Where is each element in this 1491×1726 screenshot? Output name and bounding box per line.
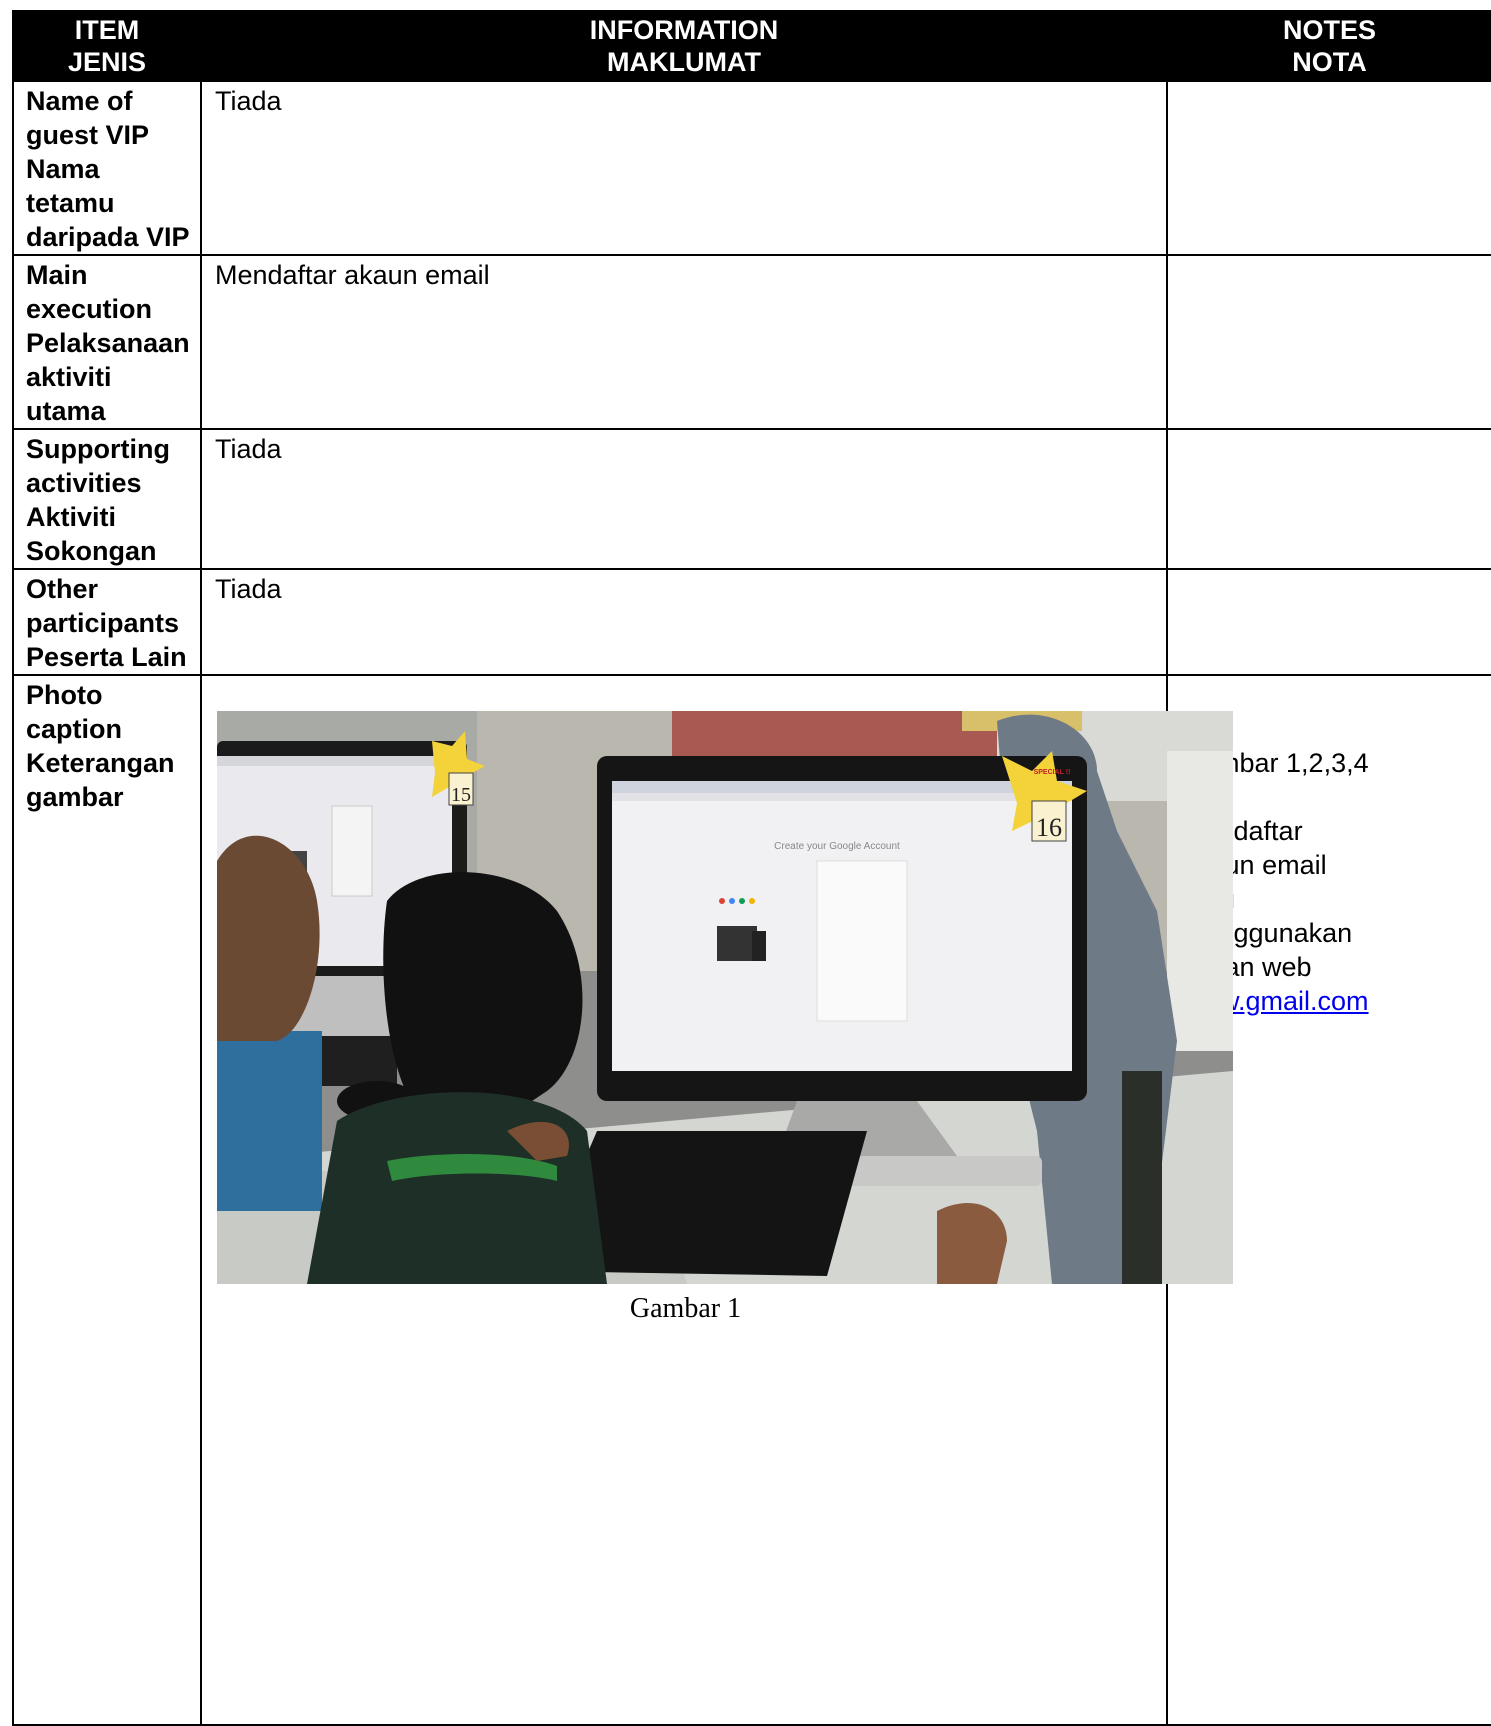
row-notes — [1166, 254, 1491, 430]
header-item: ITEM JENIS — [12, 10, 202, 82]
label-line: Name of — [26, 86, 133, 116]
report-table: ITEM JENIS INFORMATION MAKLUMAT NOTES NO… — [12, 10, 1491, 1726]
label-line: Pelaksanaan — [26, 328, 190, 358]
sticker-badge-text: SPECIAL !! — [1034, 769, 1071, 776]
header-information: INFORMATION MAKLUMAT — [200, 10, 1168, 82]
header-notes-en: NOTES — [1282, 15, 1376, 45]
header-information-ms: MAKLUMAT — [607, 47, 761, 77]
row-label: Main execution Pelaksanaan aktiviti utam… — [12, 254, 202, 430]
label-line: Nama — [26, 154, 100, 184]
label-line: tetamu — [26, 188, 115, 218]
row-info: Tiada — [200, 428, 1168, 570]
row-label: Supporting activities Aktiviti Sokongan — [12, 428, 202, 570]
label-line: caption — [26, 714, 123, 744]
table-row: Supporting activities Aktiviti Sokongan … — [12, 428, 1491, 570]
table-row: Name of guest VIP Nama tetamu daripada V… — [12, 80, 1491, 256]
label-line: Supporting — [26, 434, 170, 464]
row-info: Tiada — [200, 568, 1168, 676]
header-item-ms: JENIS — [67, 47, 147, 77]
header-information-en: INFORMATION — [589, 15, 779, 45]
photo-caption: Gambar 1 — [629, 1293, 742, 1324]
label-line: activities — [26, 468, 142, 498]
photo-gambar-1: Create your Google Account 16 SPECIAL !!… — [217, 711, 1233, 1284]
label-line: guest VIP — [26, 120, 150, 150]
row-label: Photo caption Keterangan gambar — [12, 674, 202, 1726]
header-item-en: ITEM — [74, 15, 140, 45]
header-notes-ms: NOTA — [1292, 47, 1367, 77]
row-notes — [1166, 568, 1491, 676]
photo-cell: Create your Google Account 16 SPECIAL !!… — [200, 674, 1233, 1726]
sticker-right-number: 16 — [1036, 813, 1062, 842]
row-label: Name of guest VIP Nama tetamu daripada V… — [12, 80, 202, 256]
label-line: execution — [26, 294, 153, 324]
label-line: aktiviti — [26, 362, 112, 392]
label-line: Main — [26, 260, 88, 290]
label-line: Photo — [26, 680, 103, 710]
row-info: Tiada — [200, 80, 1168, 256]
label-line: daripada VIP — [26, 222, 190, 252]
row-info: Mendaftar akaun email — [200, 254, 1168, 430]
label-line: Sokongan — [26, 536, 157, 566]
table-row: Other participants Peserta Lain Tiada — [12, 568, 1491, 676]
label-line: Other — [26, 574, 99, 604]
label-line: participants — [26, 608, 180, 638]
label-line: Keterangan — [26, 748, 175, 778]
header-row: ITEM JENIS INFORMATION MAKLUMAT NOTES NO… — [12, 10, 1491, 82]
sticker-left-number: 15 — [451, 784, 471, 806]
row-label: Other participants Peserta Lain — [12, 568, 202, 676]
label-line: utama — [26, 396, 106, 426]
header-notes: NOTES NOTA — [1166, 10, 1491, 82]
label-line: Peserta Lain — [26, 642, 187, 672]
row-notes — [1166, 428, 1491, 570]
screen-title-text: Create your Google Account — [774, 841, 900, 852]
photo-row: Photo caption Keterangan gambar Create y… — [12, 674, 1491, 1726]
table-row: Main execution Pelaksanaan aktiviti utam… — [12, 254, 1491, 430]
label-line: gambar — [26, 782, 124, 812]
label-line: Aktiviti — [26, 502, 117, 532]
row-notes — [1166, 80, 1491, 256]
